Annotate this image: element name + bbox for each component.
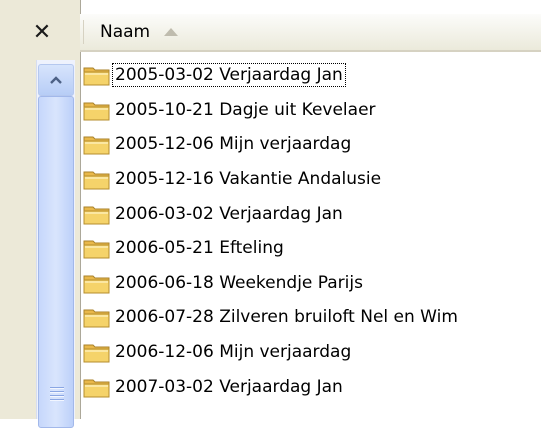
folder-icon (83, 275, 110, 294)
list-item-label: 2006-05-21 Efteling (115, 238, 284, 259)
list-item[interactable]: 2007-03-02 Verjaardag Jan (82, 369, 541, 404)
list-item[interactable]: 2006-12-06 Mijn verjaardag (82, 335, 541, 370)
scroll-thumb[interactable] (38, 96, 74, 428)
folder-icon (83, 344, 110, 363)
folder-icon (83, 379, 110, 398)
list-item[interactable]: 2006-05-21 Efteling (82, 231, 541, 266)
folder-icon (83, 206, 110, 225)
list-item-label: 2005-10-21 Dagje uit Kevelaer (115, 99, 376, 120)
scroll-up-button[interactable] (38, 64, 74, 96)
list-header: Naam (80, 14, 541, 52)
folder-icon (83, 67, 110, 86)
list-item-label: 2006-03-02 Verjaardag Jan (115, 203, 343, 224)
list-item[interactable]: 2005-10-21 Dagje uit Kevelaer (82, 93, 541, 128)
vertical-scrollbar[interactable] (36, 60, 75, 428)
folder-icon (83, 171, 110, 190)
list-item-label: 2005-03-02 Verjaardag Jan (112, 63, 346, 88)
folder-icon (83, 240, 110, 259)
column-header-name[interactable]: Naam (100, 22, 179, 42)
list-item-label: 2006-07-28 Zilveren bruiloft Nel en Wim (115, 307, 458, 328)
sort-ascending-icon (164, 28, 179, 36)
folder-icon (83, 309, 110, 328)
chevron-up-icon (50, 76, 62, 84)
folder-icon (83, 102, 110, 121)
scroll-grip-icon (50, 387, 64, 403)
column-divider[interactable] (83, 20, 84, 44)
list-item-label: 2005-12-06 Mijn verjaardag (115, 134, 352, 155)
list-item-label: 2005-12-16 Vakantie Andalusie (115, 169, 382, 190)
folder-icon (83, 136, 110, 155)
list-item[interactable]: 2005-12-16 Vakantie Andalusie (82, 162, 541, 197)
close-button[interactable]: ✕ (30, 19, 54, 45)
file-list: 2005-03-02 Verjaardag Jan 2005-10-21 Dagj… (82, 58, 541, 404)
list-item[interactable]: 2005-03-02 Verjaardag Jan (82, 58, 541, 93)
list-item[interactable]: 2005-12-06 Mijn verjaardag (82, 127, 541, 162)
list-item[interactable]: 2006-07-28 Zilveren bruiloft Nel en Wim (82, 300, 541, 335)
close-icon: ✕ (32, 19, 52, 45)
list-item-label: 2006-12-06 Mijn verjaardag (115, 342, 352, 363)
list-item-label: 2007-03-02 Verjaardag Jan (115, 376, 343, 397)
navigation-pane: ✕ (0, 0, 81, 428)
list-item-label: 2006-06-18 Weekendje Parijs (115, 272, 363, 293)
column-header-label: Naam (100, 22, 151, 42)
list-item[interactable]: 2006-03-02 Verjaardag Jan (82, 196, 541, 231)
list-item[interactable]: 2006-06-18 Weekendje Parijs (82, 266, 541, 301)
